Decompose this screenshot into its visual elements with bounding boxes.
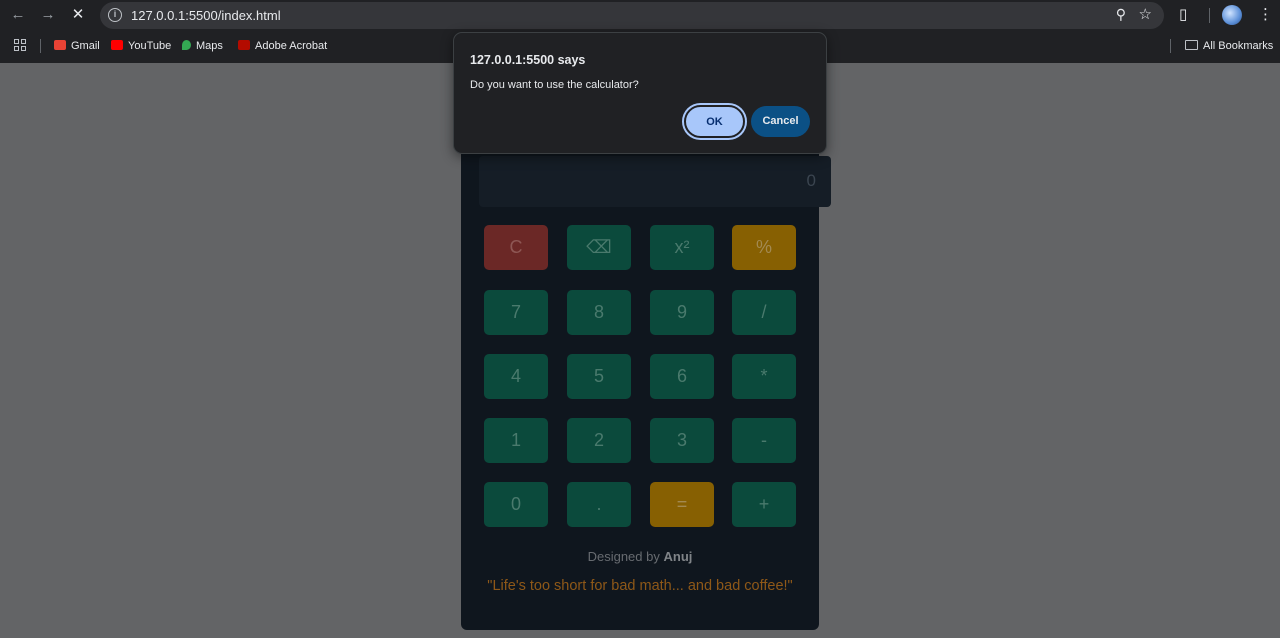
address-bar[interactable]: i 127.0.0.1:5500/index.html ⚲ ☆ [100,2,1164,29]
acrobat-icon [238,40,250,50]
calc-key[interactable]: - [732,418,796,463]
calc-key[interactable]: 1 [484,418,548,463]
calculator-display: 0 [479,156,831,207]
calc-key[interactable]: * [732,354,796,399]
bookmark-youtube[interactable]: YouTube [111,39,171,53]
calc-key[interactable]: x² [650,225,714,270]
bookmark-adobe-acrobat[interactable]: Adobe Acrobat [238,39,327,53]
address-url[interactable]: 127.0.0.1:5500/index.html [131,8,281,23]
calc-key[interactable]: 2 [567,418,631,463]
bookmark-star-icon[interactable]: ☆ [1139,5,1152,23]
all-bookmarks-button[interactable]: All Bookmarks [1185,39,1273,53]
calc-key[interactable]: 6 [650,354,714,399]
bookmark-label: Gmail [71,40,100,52]
calc-key[interactable]: = [650,482,714,527]
menu-dots-icon[interactable]: ⋮ [1258,5,1273,25]
bookmarks-divider [40,39,41,53]
extensions-icon[interactable]: ▯ [1179,5,1187,25]
calc-key[interactable]: % [732,225,796,270]
dialog-message: Do you want to use the calculator? [470,79,639,91]
designer-name: Anuj [663,549,693,564]
all-bookmarks-label: All Bookmarks [1203,40,1274,52]
bookmark-label: Maps [196,40,223,52]
calc-key[interactable]: 4 [484,354,548,399]
alert-dialog: 127.0.0.1:5500 says Do you want to use t… [453,32,827,154]
calc-key[interactable]: + [732,482,796,527]
stop-loading-icon[interactable]: ✕ [67,5,89,25]
calc-key[interactable]: ⌫ [567,225,631,270]
designed-by: Designed by Anuj [461,549,819,564]
site-info-icon[interactable]: i [108,8,122,22]
profile-avatar[interactable] [1222,5,1242,25]
bookmark-maps[interactable]: Maps [182,39,223,53]
designed-prefix: Designed by [587,549,660,564]
calc-key[interactable]: . [567,482,631,527]
calc-key[interactable]: 3 [650,418,714,463]
ok-button[interactable]: OK [684,105,745,138]
forward-icon[interactable]: → [37,5,59,25]
calc-key[interactable]: 9 [650,290,714,335]
dialog-title: 127.0.0.1:5500 says [470,53,586,67]
calc-key[interactable]: 7 [484,290,548,335]
calc-key[interactable]: 8 [567,290,631,335]
youtube-icon [111,40,123,50]
bookmark-label: Adobe Acrobat [255,40,328,52]
browser-toolbar: ← → ✕ i 127.0.0.1:5500/index.html ⚲ ☆ ▯ … [0,0,1280,31]
bookmark-gmail[interactable]: Gmail [54,39,100,53]
folder-icon [1185,40,1198,50]
maps-pin-icon [182,40,191,50]
cancel-button[interactable]: Cancel [751,106,810,137]
calc-key[interactable]: 0 [484,482,548,527]
tagline-quote: "Life's too short for bad math... and ba… [487,578,793,594]
display-value: 0 [806,171,816,190]
toolbar-divider [1209,8,1210,23]
calc-key[interactable]: 5 [567,354,631,399]
bookmark-label: YouTube [128,40,172,52]
apps-grid-icon[interactable] [14,39,27,52]
calc-key[interactable]: C [484,225,548,270]
zoom-icon[interactable]: ⚲ [1116,6,1126,23]
bookmarks-divider [1170,39,1171,53]
calc-key[interactable]: / [732,290,796,335]
back-icon[interactable]: ← [7,5,29,25]
gmail-icon [54,40,66,50]
